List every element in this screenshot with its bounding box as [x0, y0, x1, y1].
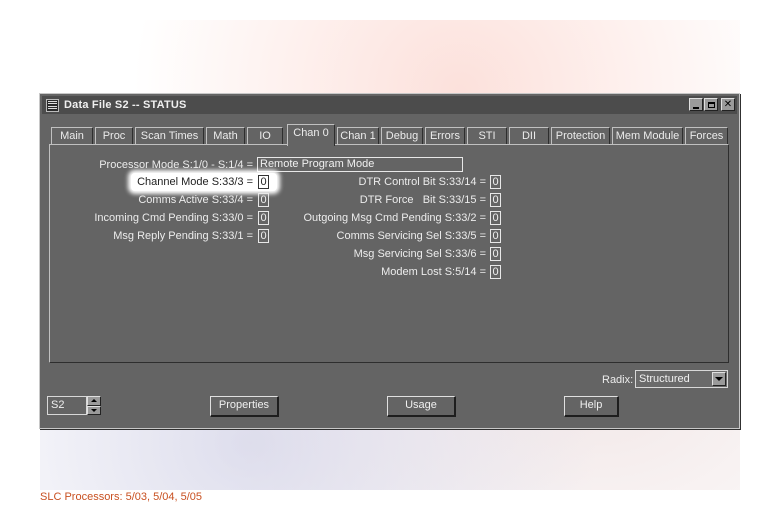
title-bar[interactable]: Data File S2 -- STATUS ✕: [42, 96, 737, 114]
tab-protection[interactable]: Protection: [551, 127, 610, 145]
tab-errors[interactable]: Errors: [425, 127, 465, 145]
channel-mode-label: Channel Mode S:33/3 =: [137, 176, 253, 188]
tab-forces[interactable]: Forces: [685, 127, 728, 145]
chevron-down-icon[interactable]: [712, 372, 726, 386]
modem-lost-value[interactable]: 0: [490, 265, 501, 279]
maximize-button[interactable]: [704, 98, 718, 111]
dtr-control-bit-label: DTR Control Bit S:33/14 =: [358, 176, 486, 188]
radix-label: Radix:: [602, 374, 634, 386]
radix-select[interactable]: Structured: [635, 370, 728, 388]
modem-lost-label: Modem Lost S:5/14 =: [381, 266, 486, 278]
tab-chan-1[interactable]: Chan 1: [337, 127, 379, 145]
msg-reply-pending-label: Msg Reply Pending S:33/1 =: [113, 230, 253, 242]
tab-math[interactable]: Math: [206, 127, 245, 145]
file-number-stepper: [87, 396, 101, 415]
tab-debug[interactable]: Debug: [381, 127, 423, 145]
window-title: Data File S2 -- STATUS: [64, 99, 187, 111]
tab-dii[interactable]: DII: [509, 127, 549, 145]
tab-io[interactable]: IO: [247, 127, 283, 145]
processor-mode-label: Processor Mode S:1/0 - S:1/4 =: [99, 159, 253, 171]
incoming-cmd-pending-label: Incoming Cmd Pending S:33/0 =: [94, 212, 253, 224]
maximize-icon: [707, 101, 715, 108]
properties-button[interactable]: Properties: [210, 396, 279, 417]
file-number-input[interactable]: S2: [47, 396, 87, 415]
msg-servicing-sel-label: Msg Servicing Sel S:33/6 =: [353, 248, 486, 260]
comms-servicing-sel-label: Comms Servicing Sel S:33/5 =: [336, 230, 486, 242]
close-button[interactable]: ✕: [721, 98, 735, 111]
dtr-force-bit-label: DTR Force Bit S:33/15 =: [359, 194, 486, 206]
minimize-button[interactable]: [689, 98, 703, 111]
outgoing-msg-cmd-pending-label: Outgoing Msg Cmd Pending S:33/2 =: [303, 212, 486, 224]
window-controls: ✕: [689, 98, 735, 111]
processor-caption: SLC Processors: 5/03, 5/04, 5/05: [40, 491, 203, 503]
tab-sti[interactable]: STI: [467, 127, 507, 145]
msg-servicing-sel-value[interactable]: 0: [490, 247, 501, 261]
data-file-icon[interactable]: [46, 98, 59, 112]
processor-mode-value: Remote Program Mode: [257, 157, 463, 172]
outgoing-msg-cmd-pending-value[interactable]: 0: [490, 211, 501, 225]
tab-mem-module[interactable]: Mem Module: [612, 127, 683, 145]
close-icon: ✕: [723, 98, 733, 110]
help-button[interactable]: Help: [564, 396, 619, 417]
dtr-control-bit-value[interactable]: 0: [490, 175, 501, 189]
dtr-force-bit-value[interactable]: 0: [490, 193, 501, 207]
tab-main[interactable]: Main: [51, 127, 93, 145]
radix-selected-value: Structured: [639, 373, 690, 385]
tab-scan-times[interactable]: Scan Times: [135, 127, 204, 145]
tab-proc[interactable]: Proc: [95, 127, 133, 145]
comms-active-label: Comms Active S:33/4 =: [138, 194, 253, 206]
arrow-down-icon[interactable]: [87, 405, 101, 415]
data-file-window: Data File S2 -- STATUS ✕ Main Proc Scan …: [39, 93, 740, 429]
tab-chan-0[interactable]: Chan 0: [287, 124, 335, 146]
usage-button[interactable]: Usage: [387, 396, 456, 417]
minimize-icon: [693, 106, 699, 109]
comms-servicing-sel-value[interactable]: 0: [490, 229, 501, 243]
arrow-up-icon[interactable]: [87, 396, 101, 406]
